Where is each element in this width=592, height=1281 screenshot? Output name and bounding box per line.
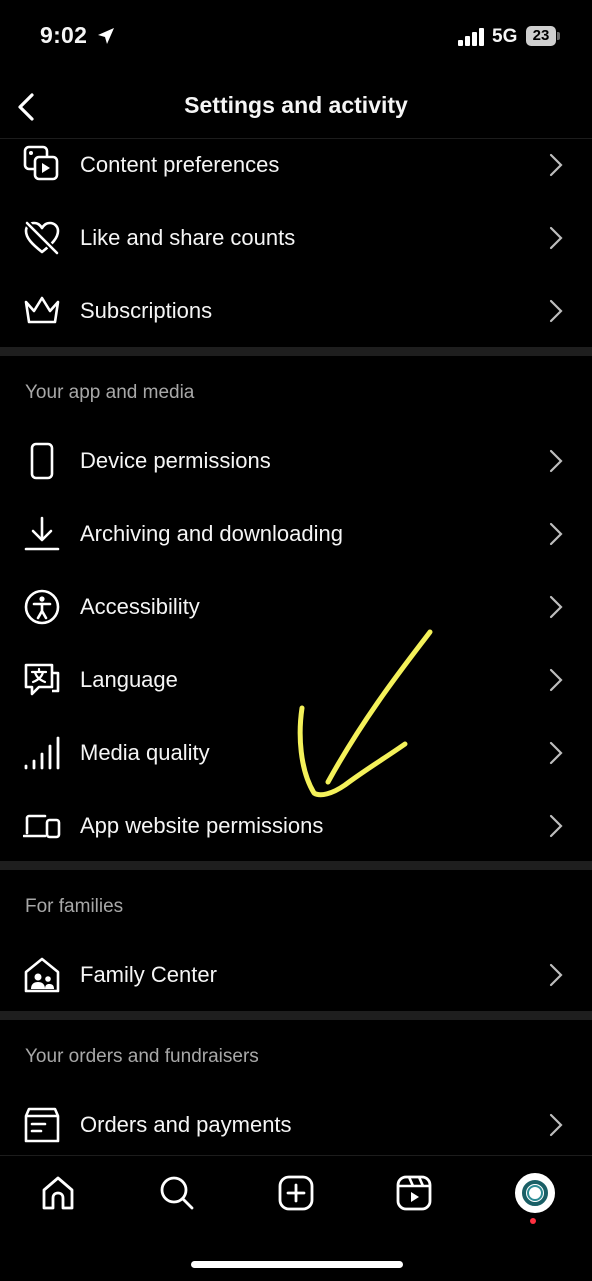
phone-icon xyxy=(23,442,61,480)
menu-item-label: App website permissions xyxy=(80,813,324,838)
heart-crossed-icon xyxy=(23,219,61,257)
chevron-right-icon xyxy=(548,595,564,619)
tab-search[interactable] xyxy=(147,1168,207,1218)
signal-bars-icon xyxy=(23,734,61,772)
menu-item-label: Media quality xyxy=(80,740,210,765)
menu-item-label: Language xyxy=(80,667,178,692)
section-header: Your orders and fundraisers xyxy=(25,1046,259,1067)
chevron-right-icon xyxy=(548,741,564,765)
battery-tip xyxy=(557,32,560,40)
crown-icon xyxy=(23,292,61,330)
chevron-right-icon xyxy=(548,814,564,838)
reels-icon xyxy=(396,1175,432,1211)
family-home-icon xyxy=(23,956,61,994)
chevron-right-icon xyxy=(548,299,564,323)
menu-item-label: Content preferences xyxy=(80,152,280,177)
status-bar: 9:02 5G 23 xyxy=(0,0,592,76)
menu-item-device-permissions[interactable]: Device permissions xyxy=(0,425,592,497)
home-icon xyxy=(42,1176,74,1210)
profile-avatar xyxy=(515,1173,555,1213)
menu-item-like-and-share-counts[interactable]: Like and share counts xyxy=(0,202,592,274)
battery-level: 23 xyxy=(526,26,556,46)
tab-home[interactable] xyxy=(28,1168,88,1218)
cellular-signal-icon xyxy=(458,28,486,46)
home-indicator xyxy=(191,1261,403,1268)
section-divider xyxy=(0,1011,592,1020)
nav-header: Settings and activity xyxy=(0,76,592,139)
section-divider xyxy=(0,347,592,356)
location-arrow-icon xyxy=(96,26,116,46)
content-preferences-icon xyxy=(23,145,61,183)
chevron-right-icon xyxy=(548,226,564,250)
page-title: Settings and activity xyxy=(184,92,408,118)
chevron-right-icon xyxy=(548,963,564,987)
language-icon xyxy=(23,661,61,699)
tab-create[interactable] xyxy=(266,1168,326,1218)
section-header: Your app and media xyxy=(25,382,195,403)
menu-item-archiving-and-downloading[interactable]: Archiving and downloading xyxy=(0,498,592,570)
bottom-tab-bar xyxy=(0,1155,592,1281)
settings-list[interactable]: Content preferences Like and share count… xyxy=(0,139,592,1155)
menu-item-orders-and-payments[interactable]: Orders and payments xyxy=(0,1089,592,1155)
menu-item-label: Accessibility xyxy=(80,594,200,619)
download-icon xyxy=(23,515,61,553)
chevron-right-icon xyxy=(548,668,564,692)
section-header: For families xyxy=(25,896,124,917)
orders-icon xyxy=(23,1106,61,1144)
menu-item-language[interactable]: Language xyxy=(0,644,592,716)
network-type: 5G xyxy=(492,26,518,47)
menu-item-label: Orders and payments xyxy=(80,1112,292,1137)
menu-item-family-center[interactable]: Family Center xyxy=(0,939,592,1011)
menu-item-label: Family Center xyxy=(80,962,217,987)
menu-item-accessibility[interactable]: Accessibility xyxy=(0,571,592,643)
laptop-phone-icon xyxy=(22,807,61,845)
chevron-right-icon xyxy=(548,522,564,546)
menu-item-label: Archiving and downloading xyxy=(80,521,343,546)
menu-item-label: Device permissions xyxy=(80,448,271,473)
menu-item-app-website-permissions[interactable]: App website permissions xyxy=(0,790,592,862)
notification-dot xyxy=(530,1218,536,1224)
menu-item-label: Subscriptions xyxy=(80,298,213,323)
section-divider xyxy=(0,861,592,870)
tab-profile[interactable] xyxy=(502,1168,562,1224)
menu-item-content-preferences[interactable]: Content preferences xyxy=(0,139,592,201)
chevron-right-icon xyxy=(548,449,564,473)
menu-item-label: Like and share counts xyxy=(80,225,296,250)
chevron-right-icon xyxy=(548,153,564,177)
menu-item-subscriptions[interactable]: Subscriptions xyxy=(0,275,592,347)
plus-square-icon xyxy=(278,1175,314,1211)
tab-reels[interactable] xyxy=(384,1168,444,1218)
chevron-right-icon xyxy=(548,1113,564,1137)
search-icon xyxy=(160,1176,194,1210)
battery-icon: 23 xyxy=(526,26,560,46)
menu-item-media-quality[interactable]: Media quality xyxy=(0,717,592,789)
status-time: 9:02 xyxy=(40,22,88,48)
accessibility-icon xyxy=(23,588,61,626)
